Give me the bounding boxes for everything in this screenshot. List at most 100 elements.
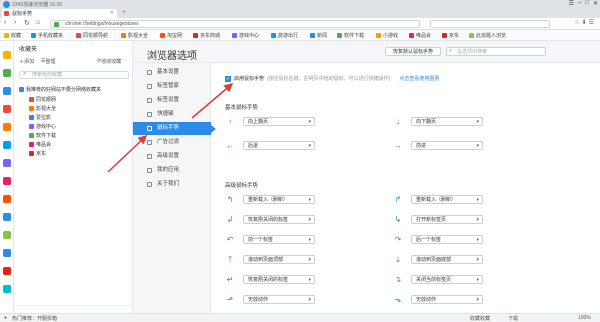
bookmark-item[interactable]: 京东	[442, 32, 459, 39]
settings-nav-item[interactable]: 基本设置	[133, 66, 211, 79]
settings-nav-item[interactable]: 我的应用	[133, 164, 211, 177]
wechat-app-icon[interactable]	[3, 69, 11, 77]
bookmark-item[interactable]: 新闻	[310, 32, 327, 39]
gesture-row: ↓ 向下翻页	[393, 116, 553, 128]
gesture-arrow-icon: ↷	[394, 235, 402, 244]
gesture-arrow-icon: ↑	[228, 117, 232, 126]
bookmark-item[interactable]: 小游戏	[376, 32, 398, 39]
bookmark-icon	[376, 33, 381, 38]
shopping-app-icon[interactable]	[3, 177, 11, 185]
weibo-app-icon[interactable]	[3, 249, 11, 257]
settings-nav-item[interactable]: 高级设置	[133, 150, 211, 163]
gesture-action-select[interactable]: 无效动作	[411, 295, 483, 304]
gesture-row: ⤒ 滚动到页面顶部	[225, 254, 385, 266]
gesture-action-select[interactable]: 后退	[243, 141, 315, 150]
gesture-action-select[interactable]: 前进	[411, 141, 483, 150]
bookmark-item[interactable]: 手机收藏夹	[31, 32, 63, 39]
gesture-action-select[interactable]: 重新载入（刷新）	[243, 195, 315, 204]
restore-default-gestures-button[interactable]: 恢复默认鼠标手势	[385, 47, 441, 56]
favorite-item[interactable]: 软件下载	[29, 132, 56, 139]
bookmark-item[interactable]: 唯品会	[409, 32, 431, 39]
gesture-action-select[interactable]: 恢复刚关闭的标签	[243, 275, 315, 284]
gesture-arrow-icon: ↲	[226, 215, 234, 224]
mail-app-icon[interactable]	[3, 213, 11, 221]
taobao-app-icon[interactable]	[3, 195, 11, 203]
favorites-title: 收藏夹	[19, 47, 38, 53]
home-button[interactable]: ⌂	[36, 19, 40, 26]
navigation-bar: ‹ › ↻ ⌂ chrome://settings/mousegestures …	[0, 18, 600, 30]
gesture-action-select[interactable]: 向下翻页	[411, 117, 483, 126]
favorites-search-input[interactable]: 搜索我的收藏	[19, 71, 129, 79]
status-promo[interactable]: 热门推荐：开服拆箱	[12, 315, 57, 322]
maximize-button[interactable]: □	[585, 0, 589, 7]
gesture-action-select[interactable]: 后一个标签	[411, 235, 483, 244]
collect-button[interactable]: 收藏收藏	[470, 315, 490, 322]
search-box[interactable]	[430, 20, 550, 28]
nav-item-icon	[147, 112, 152, 117]
notes-app-icon[interactable]	[3, 87, 11, 95]
settings-nav-item[interactable]: 广告过滤	[133, 136, 211, 149]
gesture-action-select[interactable]: 无效动作	[243, 295, 315, 304]
new-tab-button[interactable]: +	[122, 9, 126, 16]
gesture-action-select[interactable]: 恢复刚关闭的标签	[243, 215, 315, 224]
back-button[interactable]: ‹	[4, 19, 6, 26]
favorites-app-icon[interactable]	[3, 51, 11, 59]
settings-nav-item[interactable]: 关于我们	[133, 178, 211, 191]
gesture-row: ↴ 关闭当前标签页	[393, 274, 553, 286]
tools-app-icon[interactable]	[3, 159, 11, 167]
gesture-action-select[interactable]: 打开新标签页	[411, 215, 483, 224]
news-app-icon[interactable]	[3, 105, 11, 113]
forward-button[interactable]: ›	[14, 19, 16, 26]
close-window-button[interactable]: ✕	[593, 0, 598, 7]
settings-nav-item[interactable]: 快捷键	[133, 108, 211, 121]
bookmark-item[interactable]: 淘宝网	[160, 32, 182, 39]
collapse-favorites-button[interactable]: ⟳ 收收收藏	[97, 58, 121, 65]
bookmark-item[interactable]: 同花顺导航	[76, 32, 108, 39]
reload-button[interactable]: ↻	[24, 19, 30, 27]
settings-nav-item[interactable]: 标签管家	[133, 80, 211, 93]
gesture-action-select[interactable]: 关闭当前标签页	[411, 275, 483, 284]
close-tab-icon[interactable]: ✕	[110, 10, 114, 16]
gesture-action-select[interactable]: 滚动到页面底部	[411, 255, 483, 264]
weather-app-icon[interactable]	[3, 231, 11, 239]
bookmark-item[interactable]: 影视大全	[121, 32, 148, 39]
game-app-icon[interactable]	[3, 141, 11, 149]
gesture-action-select[interactable]: 向上翻页	[243, 117, 315, 126]
gesture-action-select[interactable]: 前一个标签	[243, 235, 315, 244]
video-app-icon[interactable]	[3, 123, 11, 131]
enable-gestures-hint: (按住鼠标右键，在网页中拖动鼠标，可以进行快捷操作)	[267, 76, 391, 82]
tab-mouse-gestures[interactable]: 鼠标手势 ✕	[2, 9, 117, 18]
bookmark-item[interactable]: 软件下载	[337, 32, 364, 39]
bookmark-item[interactable]: 游戏中心	[232, 32, 259, 39]
settings-nav-item[interactable]: 标签设置	[133, 94, 211, 107]
favorite-item[interactable]: 同花顺网	[29, 96, 56, 103]
favorite-item[interactable]: 爱拉影	[29, 114, 51, 121]
address-bar[interactable]: chrome://settings/mousegestures	[50, 20, 420, 28]
zoom-level[interactable]: 100%	[578, 315, 591, 321]
favorite-item[interactable]: 游戏中心	[29, 123, 56, 130]
enable-gestures-checkbox[interactable]: ✓	[225, 75, 231, 82]
view-usage-link[interactable]: 点击查看使用图例	[399, 75, 439, 82]
favorite-item[interactable]: 影视大全	[29, 105, 56, 112]
bookmark-item[interactable]: 京东商城	[193, 32, 220, 39]
music-app-icon[interactable]	[3, 285, 11, 293]
add-favorite-button[interactable]: ＋ 添加	[19, 58, 34, 65]
toolbar-icons[interactable]: ☆⬇☰	[574, 19, 596, 26]
options-search-input[interactable]: 在选项中搜索	[446, 47, 546, 56]
bookmark-item[interactable]: 旅游出行	[271, 32, 298, 39]
settings-nav-item[interactable]: 鼠标手势	[133, 122, 216, 135]
jd-app-icon[interactable]	[3, 267, 11, 275]
bookmark-item[interactable]: 此追题人浏览	[469, 32, 506, 39]
bookmark-item[interactable]: 收藏	[4, 32, 21, 39]
favorite-item[interactable]: 唯品会	[29, 141, 51, 148]
bookmark-icon	[310, 33, 315, 38]
download-button[interactable]: 下载	[508, 315, 518, 322]
organize-favorites-button[interactable]: ☰ 整理	[41, 58, 56, 65]
favorite-item[interactable]: 京东	[29, 150, 46, 157]
gesture-action-select[interactable]: 重新载入（刷新）	[411, 195, 483, 204]
gesture-action-select[interactable]: 滚动到页面顶部	[243, 255, 315, 264]
skin-icon[interactable]: ☰	[569, 0, 574, 7]
minimize-button[interactable]: –	[578, 0, 581, 7]
favorites-root-folder[interactable]: 我推荐的好网站不要分网络收藏夹	[19, 86, 101, 93]
advanced-gestures-heading: 高级鼠标手势	[225, 183, 259, 189]
